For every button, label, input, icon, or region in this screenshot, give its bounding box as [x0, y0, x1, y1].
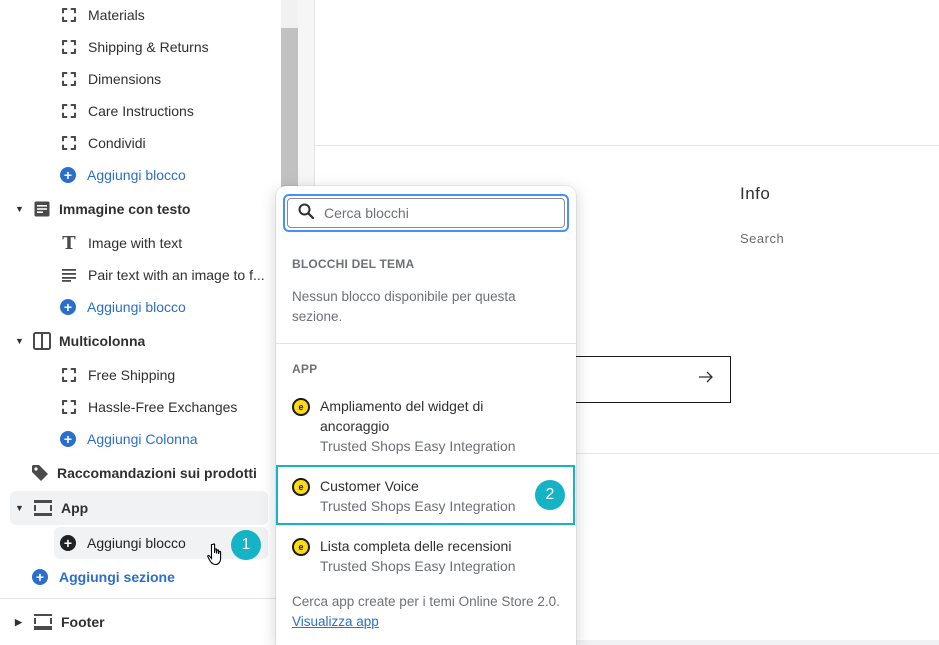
image-text-section-icon [33, 200, 51, 218]
plus-circle-icon: + [59, 298, 77, 316]
caret-down-icon[interactable]: ▼ [15, 503, 25, 513]
app-block-reviews-list[interactable]: e Lista completa delle recensioni Truste… [276, 536, 576, 576]
step-badge-1: 1 [231, 530, 261, 560]
section-footer[interactable]: ▶ Footer [15, 606, 105, 638]
block-item-label: Dimensions [88, 71, 162, 87]
sidebar-divider [0, 598, 281, 599]
dashed-square-icon [60, 398, 78, 416]
section-label: Multicolonna [59, 333, 146, 349]
add-block-button[interactable]: + Aggiungi blocco [59, 291, 186, 323]
dashed-square-icon [60, 102, 78, 120]
block-item-label: Materials [88, 7, 145, 23]
app-add-block-button[interactable]: + Aggiungi blocco [59, 527, 186, 559]
block-item-dimensions[interactable]: Dimensions [60, 63, 161, 95]
section-image-with-text[interactable]: ▼ Immagine con testo [15, 193, 190, 225]
columns-section-icon [33, 332, 51, 350]
column-item-label: Free Shipping [88, 367, 176, 383]
app-block-provider: Trusted Shops Easy Integration [320, 438, 516, 454]
add-block-label: Aggiungi blocco [87, 299, 186, 315]
column-item-exchanges[interactable]: Hassle-Free Exchanges [60, 391, 237, 423]
scrollbar-thumb[interactable] [281, 28, 298, 188]
add-section-label: Aggiungi sezione [59, 569, 175, 585]
footer-text: Cerca app create per i temi Online Store… [292, 594, 560, 609]
app-block-name: Customer Voice [320, 478, 419, 494]
trusted-shops-logo-icon: e [292, 478, 310, 496]
preview-divider [315, 145, 939, 146]
footer-info-heading: Info [740, 184, 771, 203]
theme-blocks-empty-message: Nessun blocco disponibile per questa sez… [292, 289, 516, 324]
app-block-name: Ampliamento del widget di ancoraggio [320, 398, 484, 434]
dashed-square-icon [60, 134, 78, 152]
sidebar: Materials Shipping & Returns Dimensions … [0, 0, 281, 645]
popover-footer: Cerca app create per i temi Online Store… [292, 592, 562, 632]
column-item-label: Hassle-Free Exchanges [88, 399, 238, 415]
add-block-button[interactable]: + Aggiungi blocco [59, 159, 186, 191]
paragraph-icon [60, 266, 78, 284]
block-item-materials[interactable]: Materials [60, 0, 145, 31]
plus-circle-icon: + [59, 430, 77, 448]
caret-down-icon[interactable]: ▼ [15, 336, 25, 346]
app-block-provider: Trusted Shops Easy Integration [320, 498, 516, 514]
hand-pointer-icon [207, 543, 225, 569]
footer-section-icon [33, 613, 53, 631]
search-field-focus-ring [283, 194, 569, 232]
block-item-share[interactable]: Condividi [60, 127, 146, 159]
caret-right-icon[interactable]: ▶ [15, 617, 25, 628]
theme-editor: Info Search Materials Shipping & Returns… [0, 0, 939, 645]
block-item-pair-text[interactable]: Pair text with an image to f... [60, 259, 270, 291]
text-icon: T [62, 232, 76, 254]
search-icon [298, 203, 315, 224]
block-item-image-with-text[interactable]: T Image with text [60, 227, 182, 259]
add-section-button[interactable]: + Aggiungi sezione [31, 561, 175, 593]
plus-circle-icon: + [59, 166, 77, 184]
block-item-label: Condividi [88, 135, 146, 151]
section-product-recommendations[interactable]: Raccomandazioni sui prodotti [31, 457, 257, 489]
app-heading: APP [292, 362, 318, 376]
theme-blocks-heading: BLOCCHI DEL TEMA [292, 257, 415, 271]
plus-circle-icon: + [31, 568, 49, 586]
section-label: App [61, 500, 89, 516]
caret-down-icon[interactable]: ▼ [15, 204, 25, 214]
step-badge-2: 2 [535, 480, 565, 510]
dashed-square-icon [60, 366, 78, 384]
block-item-label: Pair text with an image to f... [88, 267, 265, 283]
block-item-label: Image with text [88, 235, 183, 251]
footer-search-link[interactable]: Search [740, 231, 784, 246]
column-item-free-shipping[interactable]: Free Shipping [60, 359, 175, 391]
dashed-square-icon [60, 6, 78, 24]
popover-divider [276, 343, 576, 344]
block-item-label: Care Instructions [88, 103, 194, 119]
plus-circle-icon: + [59, 534, 77, 552]
section-label: Raccomandazioni sui prodotti [57, 465, 257, 481]
trusted-shops-logo-icon: e [292, 398, 310, 416]
search-field[interactable] [287, 198, 565, 228]
app-section-icon [33, 499, 53, 517]
app-block-name: Lista completa delle recensioni [320, 538, 512, 554]
trusted-shops-logo-icon: e [292, 538, 310, 556]
search-blocks-input[interactable] [324, 205, 524, 221]
add-block-label: Aggiungi blocco [87, 167, 186, 183]
arrow-right-icon[interactable] [698, 370, 714, 388]
add-column-button[interactable]: + Aggiungi Colonna [59, 423, 198, 455]
dashed-square-icon [60, 38, 78, 56]
block-item-label: Shipping & Returns [88, 39, 209, 55]
view-apps-link[interactable]: Visualizza app [292, 614, 379, 629]
add-column-label: Aggiungi Colonna [87, 431, 198, 447]
app-block-customer-voice[interactable]: e Customer Voice Trusted Shops Easy Inte… [276, 476, 576, 516]
block-item-care[interactable]: Care Instructions [60, 95, 194, 127]
app-block-provider: Trusted Shops Easy Integration [320, 558, 516, 574]
add-block-popover: BLOCCHI DEL TEMA Nessun blocco disponibi… [276, 186, 576, 645]
section-app[interactable]: ▼ App [15, 492, 88, 524]
section-multicolumn[interactable]: ▼ Multicolonna [15, 325, 145, 357]
dashed-square-icon [60, 70, 78, 88]
add-block-label: Aggiungi blocco [87, 535, 186, 551]
block-item-shipping[interactable]: Shipping & Returns [60, 31, 209, 63]
app-block-anchor-widget[interactable]: e Ampliamento del widget di ancoraggio T… [276, 396, 576, 456]
section-label: Immagine con testo [59, 201, 191, 217]
tag-icon [31, 464, 49, 482]
section-label: Footer [61, 614, 105, 630]
